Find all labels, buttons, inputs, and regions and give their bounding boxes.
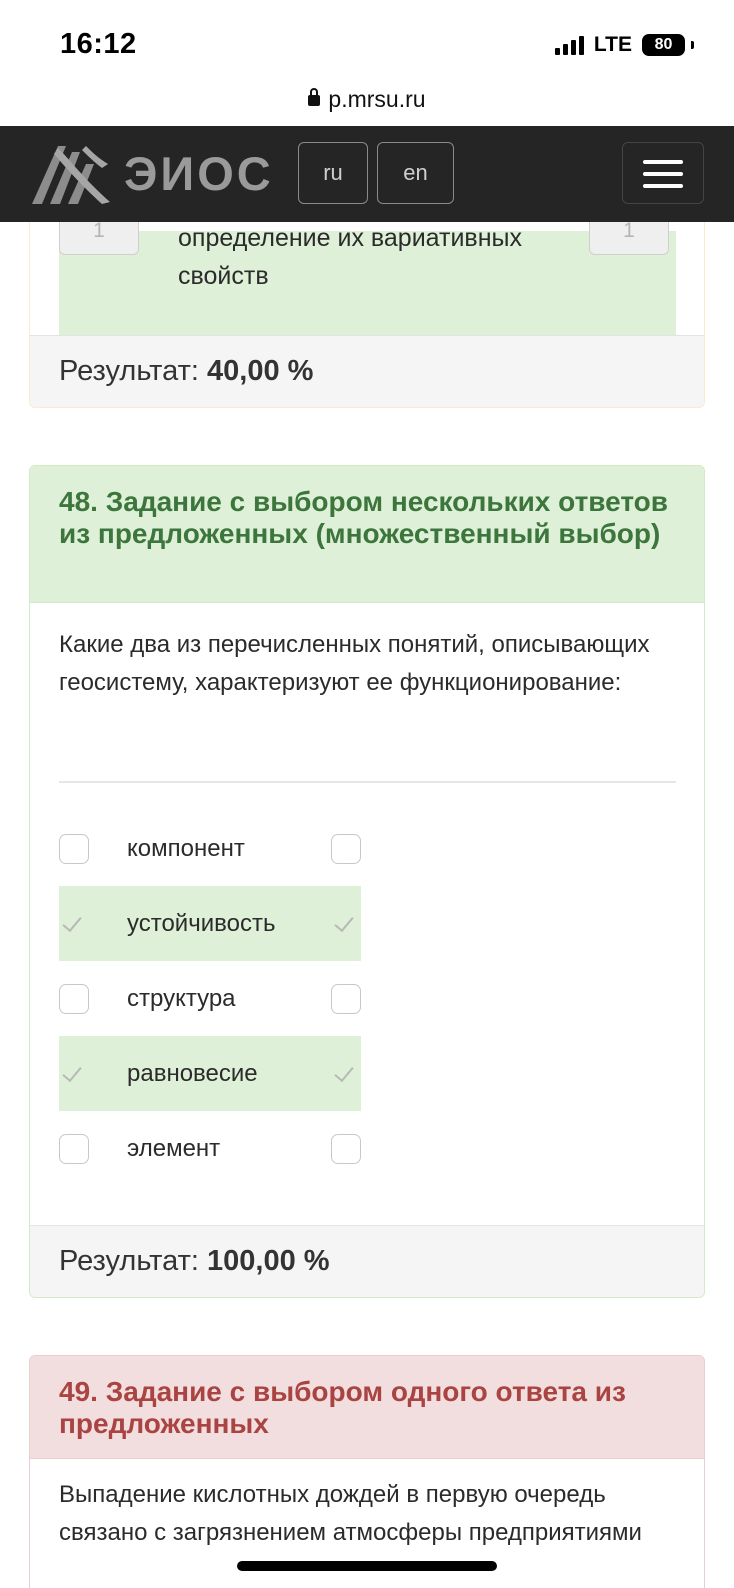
- answer-option[interactable]: элемент: [59, 1111, 361, 1186]
- answer-checkbox[interactable]: [59, 1059, 89, 1089]
- battery-icon: 80: [642, 34, 685, 56]
- correct-answer-checkbox: [331, 984, 361, 1014]
- answer-checkbox[interactable]: [59, 1134, 89, 1164]
- checkmark-icon: [62, 911, 82, 933]
- home-indicator[interactable]: [237, 1561, 497, 1571]
- correct-answer-checkbox: [331, 834, 361, 864]
- correct-answer-checkbox: [331, 909, 361, 939]
- answer-label: компонент: [127, 835, 245, 862]
- answer-option[interactable]: равновесие: [59, 1036, 361, 1111]
- task-48-card: 48. Задание с выбором нескольких ответов…: [29, 465, 705, 1298]
- correct-answer-checkbox: [331, 1134, 361, 1164]
- menu-bar-icon: [643, 172, 683, 176]
- result-value: 40,00 %: [207, 355, 314, 387]
- status-indicators: LTE 80: [554, 33, 694, 57]
- answer-label: элемент: [127, 1135, 221, 1162]
- task-48-title: 48. Задание с выбором нескольких ответов…: [30, 466, 704, 603]
- status-bar: 16:12 LTE 80: [0, 0, 734, 88]
- result-label: Результат:: [59, 1245, 208, 1277]
- task-49-title: 49. Задание с выбором одного ответа из п…: [30, 1356, 704, 1459]
- answer-label: равновесие: [127, 1060, 258, 1087]
- signal-icon: [554, 35, 584, 55]
- brand-title: ЭИОС: [124, 147, 274, 200]
- answer-checkbox[interactable]: [59, 834, 89, 864]
- result-footer: Результат: 100,00 %: [30, 1225, 704, 1297]
- battery-tip: [691, 41, 694, 49]
- task-49-card: 49. Задание с выбором одного ответа из п…: [29, 1355, 705, 1588]
- result-footer: Результат: 40,00 %: [30, 335, 704, 407]
- menu-bar-icon: [643, 184, 683, 188]
- hamburger-menu-button[interactable]: [622, 142, 704, 204]
- checkmark-icon: [334, 1061, 354, 1083]
- site-navbar: ЭИОС ru en: [0, 126, 734, 222]
- address-bar[interactable]: p.mrsu.ru: [0, 86, 734, 126]
- result-value: 100,00 %: [207, 1245, 330, 1277]
- correct-answer-checkbox: [331, 1059, 361, 1089]
- checkmark-icon: [334, 911, 354, 933]
- matching-row-text: определение их вариативных свойств: [178, 224, 522, 290]
- matching-row: 1 определение их вариативных свойств 1: [59, 207, 676, 337]
- answer-checkbox[interactable]: [59, 909, 89, 939]
- answer-label: структура: [127, 985, 236, 1012]
- lock-icon: [308, 88, 321, 106]
- lang-en-button[interactable]: en: [377, 142, 454, 204]
- network-type: LTE: [593, 33, 632, 56]
- task-48-question: Какие два из перечисленных понятий, опис…: [59, 631, 650, 696]
- answer-option[interactable]: устойчивость: [59, 886, 361, 961]
- answer-option[interactable]: структура: [59, 961, 361, 1036]
- divider: [59, 781, 676, 783]
- checkmark-icon: [62, 1061, 82, 1083]
- answer-checkbox[interactable]: [59, 984, 89, 1014]
- answer-option[interactable]: компонент: [59, 811, 361, 886]
- eios-logo-icon[interactable]: [28, 138, 114, 208]
- lang-ru-button[interactable]: ru: [298, 142, 368, 204]
- task-49-question: Выпадение кислотных дождей в первую очер…: [59, 1481, 642, 1546]
- answer-label: устойчивость: [127, 910, 276, 937]
- menu-bar-icon: [643, 160, 683, 164]
- status-time: 16:12: [60, 28, 137, 60]
- result-label: Результат:: [59, 355, 208, 387]
- url-text: p.mrsu.ru: [328, 86, 426, 112]
